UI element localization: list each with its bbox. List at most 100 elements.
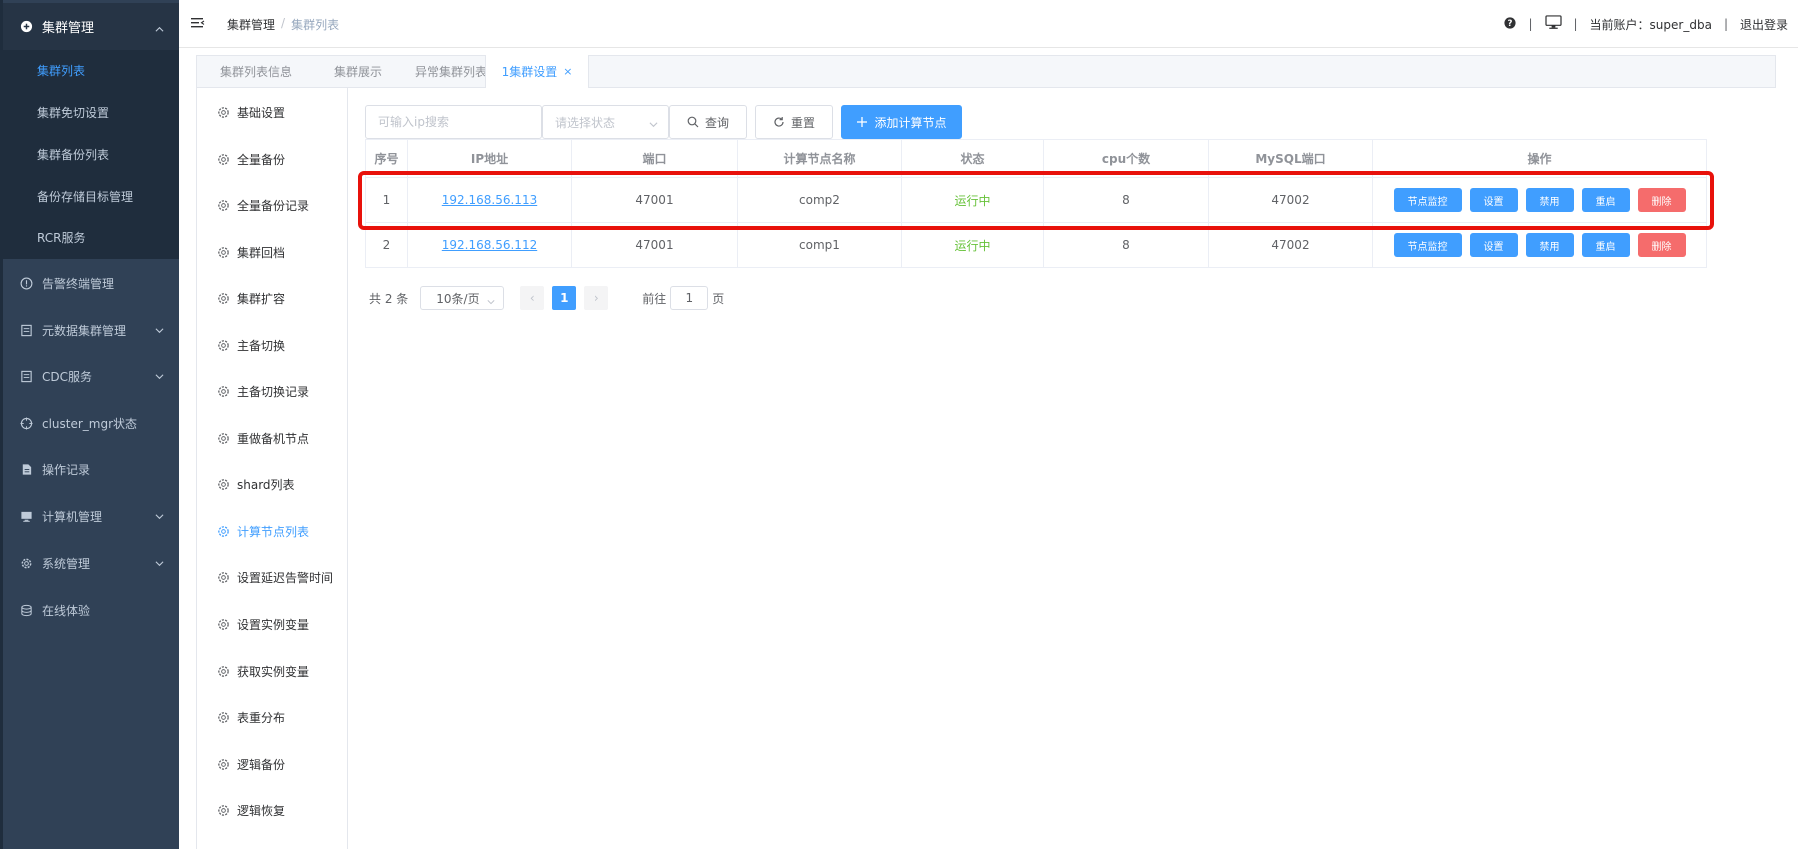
cell-ip: 192.168.56.112	[407, 222, 572, 268]
cell-ip: 192.168.56.113	[407, 177, 572, 223]
sidebar-item-online-trial[interactable]: 在线体验	[3, 587, 179, 633]
add-compute-node-button[interactable]: 添加计算节点	[841, 105, 962, 139]
sidebar-subitem-cluster-list[interactable]: 集群列表	[3, 50, 179, 91]
gear-icon	[218, 199, 229, 211]
sidebar-group-label: 集群管理	[42, 21, 95, 36]
node-monitor-button[interactable]: 节点监控	[1393, 188, 1462, 212]
hamburger-icon[interactable]	[191, 17, 205, 31]
logout-link[interactable]: 退出登录	[1740, 16, 1788, 33]
help-icon[interactable]: ?	[1504, 16, 1517, 32]
sidebar-item-system-management[interactable]: 系统管理	[3, 540, 179, 586]
chevron-down-icon	[155, 557, 164, 567]
nav-set-instance-variable[interactable]: 设置实例变量	[217, 614, 309, 634]
chevron-down-icon	[487, 295, 495, 305]
cell-status: 运行中	[901, 177, 1044, 223]
cell-index: 2	[365, 222, 408, 268]
sidebar-submenu: 集群列表 集群免切设置 集群备份列表 备份存储目标管理 RCR服务	[3, 50, 179, 259]
chevron-up-icon	[155, 23, 164, 32]
sidebar-subitem-backup-list[interactable]: 集群备份列表	[3, 134, 179, 175]
nav-compute-node-list[interactable]: 计算节点列表	[217, 521, 309, 541]
column-header: MySQL端口	[1208, 139, 1373, 178]
ip-search-input[interactable]	[365, 105, 542, 139]
tab-cluster-display[interactable]: 集群展示	[315, 56, 401, 87]
restart-button[interactable]: 重启	[1581, 188, 1630, 212]
sidebar-item-cdc-service[interactable]: CDC服务	[3, 353, 179, 399]
table-row: 2 192.168.56.112 47001 comp1 运行中 8 47002…	[365, 222, 1707, 268]
nav-table-redistribution[interactable]: 表重分布	[217, 707, 285, 727]
nav-shard-list[interactable]: shard列表	[217, 474, 295, 494]
disable-button[interactable]: 禁用	[1525, 188, 1574, 212]
monitor-icon[interactable]	[1544, 15, 1562, 33]
cell-mysql-port: 47002	[1208, 222, 1373, 268]
disable-button[interactable]: 禁用	[1525, 233, 1574, 257]
header-separator: |	[1528, 17, 1533, 31]
gear-icon	[218, 153, 229, 165]
delete-button[interactable]: 删除	[1637, 188, 1686, 212]
nav-failover[interactable]: 主备切换	[217, 335, 285, 355]
ip-link[interactable]: 192.168.56.112	[442, 238, 537, 252]
node-monitor-button[interactable]: 节点监控	[1393, 233, 1462, 257]
status-select[interactable]: 请选择状态	[542, 105, 669, 139]
nav-cluster-scale[interactable]: 集群扩容	[217, 288, 285, 308]
column-header: 端口	[571, 139, 738, 178]
cell-mysql-port: 47002	[1208, 177, 1373, 223]
nav-get-instance-variable[interactable]: 获取实例变量	[217, 661, 309, 681]
query-button[interactable]: 查询	[669, 105, 747, 139]
next-page-button[interactable]: ›	[584, 286, 609, 310]
delete-button[interactable]: 删除	[1637, 233, 1686, 257]
nav-full-backup-records[interactable]: 全量备份记录	[217, 195, 309, 215]
plus-circle-icon	[19, 20, 33, 34]
cell-actions: 节点监控 设置 禁用 重启 删除	[1372, 222, 1707, 268]
nav-delay-alert-time[interactable]: 设置延迟告警时间	[217, 567, 333, 587]
sidebar-item-metadata-cluster[interactable]: 元数据集群管理	[3, 307, 179, 353]
column-header: 计算节点名称	[737, 139, 902, 178]
tab-cluster-settings[interactable]: 1集群设置 ×	[485, 55, 589, 88]
sidebar-subitem-failover-settings[interactable]: 集群免切设置	[3, 92, 179, 133]
sidebar-item-computer-management[interactable]: 计算机管理	[3, 493, 179, 539]
nav-logical-backup[interactable]: 逻辑备份	[217, 754, 285, 774]
cell-index: 1	[365, 177, 408, 223]
page-tabs: 集群列表信息 集群展示 异常集群列表 1集群设置 ×	[196, 55, 1776, 88]
plus-icon	[857, 117, 868, 127]
settings-button[interactable]: 设置	[1469, 233, 1518, 257]
column-header: 状态	[901, 139, 1044, 178]
page-number-1[interactable]: 1	[552, 286, 577, 310]
gear-icon	[218, 525, 229, 537]
sidebar-item-alert-terminal[interactable]: 告警终端管理	[3, 260, 179, 306]
header-separator: |	[1723, 17, 1728, 31]
breadcrumb: 集群管理 / 集群列表	[227, 16, 339, 33]
cell-cpu: 8	[1043, 222, 1209, 268]
gear-icon	[218, 665, 229, 677]
breadcrumb-root[interactable]: 集群管理	[227, 16, 275, 33]
nav-full-backup[interactable]: 全量备份	[217, 149, 285, 169]
gear-icon	[218, 432, 229, 444]
nav-failover-records[interactable]: 主备切换记录	[217, 381, 309, 401]
sidebar-group-cluster-management[interactable]: 集群管理	[3, 3, 179, 50]
nav-cluster-rollback[interactable]: 集群回档	[217, 242, 285, 262]
tab-cluster-list-info[interactable]: 集群列表信息	[197, 56, 315, 87]
ip-link[interactable]: 192.168.56.113	[442, 193, 537, 207]
sidebar-item-operation-log[interactable]: 操作记录	[3, 446, 179, 492]
column-header: 操作	[1372, 139, 1707, 178]
nav-basic-settings[interactable]: 基础设置	[217, 102, 285, 122]
gear-icon	[19, 556, 33, 570]
sidebar-subitem-backup-target[interactable]: 备份存储目标管理	[3, 176, 179, 217]
gear-icon	[218, 106, 229, 118]
document-icon	[19, 323, 33, 337]
tab-close-icon[interactable]: ×	[563, 65, 572, 78]
page-size-select[interactable]: 10条/页	[420, 286, 505, 310]
goto-page-input[interactable]	[670, 286, 709, 310]
table-header-row: 序号 IP地址 端口 计算节点名称 状态 cpu个数 MySQL端口 操作	[365, 139, 1707, 178]
sidebar: 集群管理 集群列表 集群免切设置 集群备份列表 备份存储目标管理 RCR服务 告…	[0, 0, 179, 849]
header-right: ? | | 当前账户：super_dba | 退出登录	[1504, 15, 1788, 33]
sidebar-subitem-rcr-service[interactable]: RCR服务	[3, 217, 179, 258]
restart-button[interactable]: 重启	[1581, 233, 1630, 257]
settings-button[interactable]: 设置	[1469, 188, 1518, 212]
prev-page-button[interactable]: ‹	[520, 286, 545, 310]
nav-logical-restore[interactable]: 逻辑恢复	[217, 800, 285, 820]
reset-button[interactable]: 重置	[755, 105, 833, 139]
nav-rebuild-replica[interactable]: 重做备机节点	[217, 428, 309, 448]
table-row: 1 192.168.56.113 47001 comp2 运行中 8 47002…	[365, 177, 1707, 223]
cell-actions: 节点监控 设置 禁用 重启 删除	[1372, 177, 1707, 223]
sidebar-item-cluster-mgr-status[interactable]: cluster_mgr状态	[3, 400, 179, 446]
